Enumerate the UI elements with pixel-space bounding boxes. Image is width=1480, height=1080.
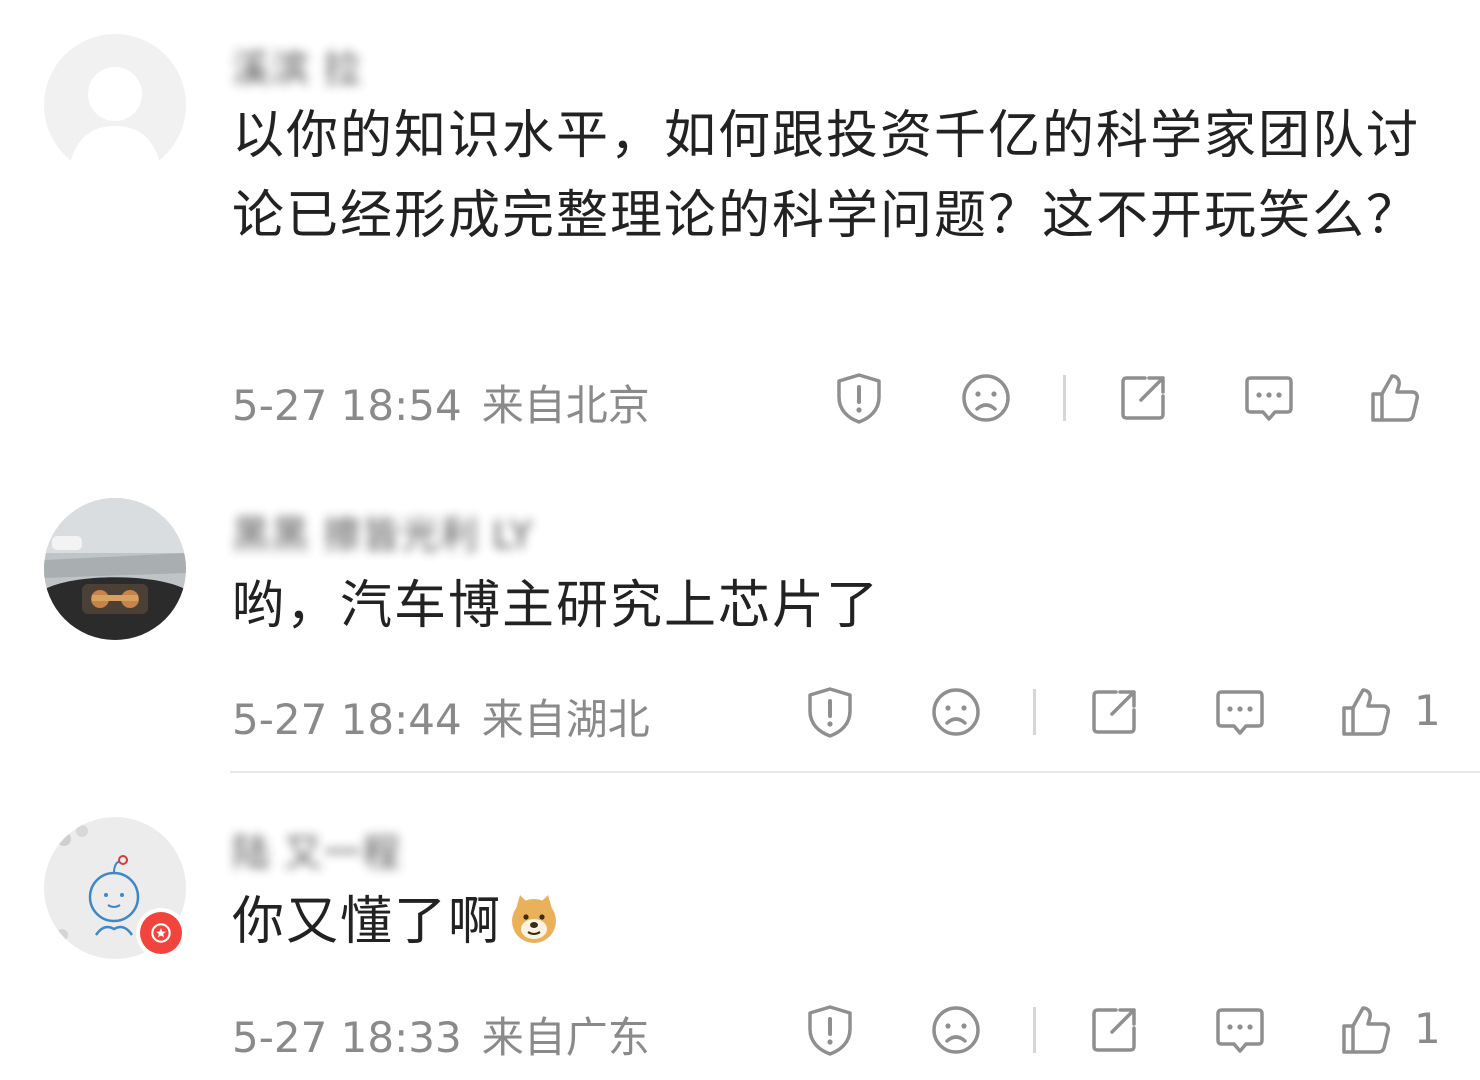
sad-face-icon[interactable]	[928, 1002, 984, 1058]
location: 来自广东	[481, 1013, 650, 1062]
comment-item: 溪滨 拉 以你的知识水平，如何跟投资千亿的科学家团队讨论已经形成完整理论的科学问…	[0, 0, 1480, 460]
like-count: 1	[1414, 686, 1441, 735]
share-arrow-icon[interactable]	[1086, 1002, 1142, 1058]
share-arrow-icon[interactable]	[1086, 684, 1142, 740]
comment-meta: 5-27 18:33 来自广东	[232, 1004, 650, 1065]
avatar[interactable]	[44, 498, 186, 640]
divider	[1033, 689, 1036, 735]
comment-meta: 5-27 18:54 来自北京	[232, 372, 650, 433]
username[interactable]: 溪滨 拉	[232, 38, 362, 93]
comment-text: 你又懂了啊	[232, 882, 1447, 962]
thumbs-up-icon[interactable]	[1338, 1002, 1394, 1058]
avatar[interactable]	[44, 34, 186, 176]
timestamp: 5-27 18:33	[232, 1013, 462, 1062]
divider	[1033, 1007, 1036, 1053]
timestamp: 5-27 18:54	[232, 381, 462, 430]
comment-meta: 5-27 18:44 来自湖北	[232, 686, 650, 747]
shield-exclamation-icon[interactable]	[802, 684, 858, 740]
timestamp: 5-27 18:44	[232, 695, 462, 744]
sad-face-icon[interactable]	[958, 370, 1014, 426]
location: 来自湖北	[481, 695, 650, 744]
comment-text-content: 你又懂了啊	[232, 892, 503, 952]
like-count: 1	[1414, 1004, 1441, 1053]
comment-text: 哟，汽车博主研究上芯片了	[232, 576, 881, 636]
comment-bubble-icon[interactable]	[1212, 684, 1268, 740]
location: 来自北京	[481, 381, 650, 430]
share-arrow-icon[interactable]	[1115, 370, 1171, 426]
comment-text: 以你的知识水平，如何跟投资千亿的科学家团队讨论已经形成完整理论的科学问题？这不开…	[232, 106, 1421, 246]
sad-face-icon[interactable]	[928, 684, 984, 740]
shield-exclamation-icon[interactable]	[802, 1002, 858, 1058]
comment-item: 陆 又一程 你又懂了啊 5-27 18:33 来自广东 1	[0, 772, 1480, 1080]
thumbs-up-icon[interactable]	[1367, 370, 1423, 426]
doge-emoji-icon	[506, 890, 562, 946]
thumbs-up-icon[interactable]	[1338, 684, 1394, 740]
comment-bubble-icon[interactable]	[1241, 370, 1297, 426]
divider	[1063, 375, 1066, 421]
username[interactable]: 陆 又一程	[232, 822, 401, 877]
comment-item: 黑黑 擦皆光利 LY 哟，汽车博主研究上芯片了 5-27 18:44 来自湖北 1	[0, 460, 1480, 772]
star-badge-icon	[136, 908, 186, 958]
username[interactable]: 黑黑 擦皆光利 LY	[232, 504, 534, 559]
comment-bubble-icon[interactable]	[1212, 1002, 1268, 1058]
shield-exclamation-icon[interactable]	[831, 370, 887, 426]
